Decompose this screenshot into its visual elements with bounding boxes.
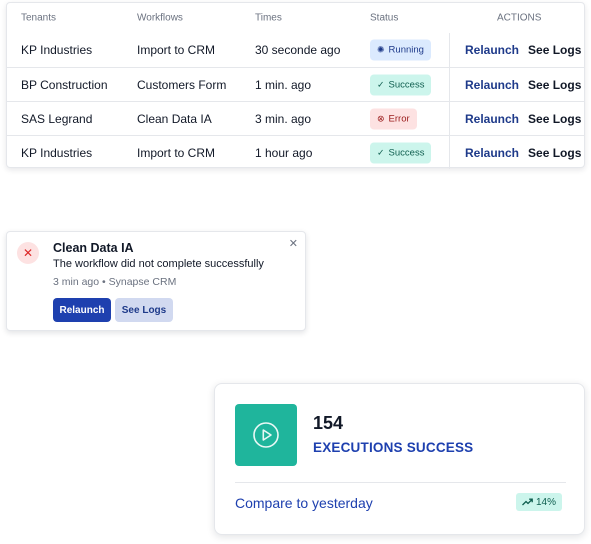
row-tenant: KP Industries [21,145,93,160]
row-tenant: KP Industries [21,43,93,57]
row-tenant: SAS Legrand [21,111,93,126]
row-actions: Relaunch See Logs [465,146,581,160]
status-badge-success: ✓ Success [370,74,432,95]
row-tenant: BP Construction [21,77,108,92]
close-icon[interactable]: ✕ [289,237,298,250]
row-workflow: Clean Data IA [137,111,212,126]
notification-message: The workflow did not complete successful… [53,258,264,270]
spinner-icon: ✺ [377,44,385,55]
table-row: SAS Legrand Clean Data IA 3 min. ago ⊗ E… [7,101,584,135]
close-circle-icon: ✕ [17,242,39,264]
stat-label: EXECUTIONS SUCCESS [313,440,474,455]
check-icon: ✓ [377,79,385,89]
notification-title: Clean Data IA [53,241,134,255]
status-badge-label: Running [388,44,424,56]
table-row: KP Industries Import to CRM 1 hour ago ✓… [7,135,584,169]
see-logs-button[interactable]: See Logs [115,298,173,322]
stat-value: 154 [313,413,344,433]
relaunch-link[interactable]: Relaunch [465,43,519,57]
row-workflow: Customers Form [137,77,227,92]
header-actions: ACTIONS [497,12,542,24]
status-badge-label: Success [388,147,425,158]
table-row: KP Industries Import to CRM 30 seconde a… [7,33,584,67]
relaunch-link[interactable]: Relaunch [465,78,519,92]
row-actions: Relaunch See Logs [465,43,581,57]
error-notification: ✕ ✕ Clean Data IA The workflow did not c… [6,231,306,331]
play-icon [235,404,297,466]
header-status: Status [370,12,399,24]
relaunch-link[interactable]: Relaunch [465,146,519,160]
header-tenants: Tenants [21,12,57,24]
see-logs-link[interactable]: See Logs [528,78,581,92]
status-badge-running: ✺ Running [370,39,431,61]
see-logs-link[interactable]: See Logs [528,146,581,160]
check-icon: ✓ [377,147,385,157]
relaunch-button[interactable]: Relaunch [53,298,111,322]
compare-link[interactable]: Compare to yesterday [235,495,373,511]
row-actions: Relaunch See Logs [465,112,581,126]
row-time: 30 seconde ago [255,43,341,57]
row-workflow: Import to CRM [137,145,216,160]
row-actions: Relaunch See Logs [465,78,581,92]
row-time: 3 min. ago [255,111,312,126]
trend-value: 14% [535,496,556,508]
status-badge-label: Error [388,113,410,124]
trend-badge: 14% [515,493,562,511]
workflow-runs-table: Tenants Workflows Times Status ACTIONS K… [6,2,585,169]
status-badge-error: ⊗ Error [370,108,417,129]
header-workflows: Workflows [137,12,183,24]
status-badge-success: ✓ Success [370,142,432,163]
notification-meta: 3 min ago • Synapse CRM [53,276,177,288]
relaunch-link[interactable]: Relaunch [465,112,519,126]
table-row: BP Construction Customers Form 1 min. ag… [7,67,584,101]
table-header: Tenants Workflows Times Status ACTIONS [7,3,584,33]
trend-up-icon [522,498,533,506]
header-times: Times [255,12,282,24]
see-logs-link[interactable]: See Logs [528,112,581,126]
divider [235,482,566,483]
see-logs-link[interactable]: See Logs [528,43,581,57]
row-time: 1 hour ago [255,145,313,160]
status-badge-label: Success [388,79,425,90]
error-circle-icon: ⊗ [377,113,385,123]
executions-stat-card: 154 EXECUTIONS SUCCESS Compare to yester… [214,383,585,535]
row-time: 1 min. ago [255,77,312,92]
row-workflow: Import to CRM [137,43,216,57]
